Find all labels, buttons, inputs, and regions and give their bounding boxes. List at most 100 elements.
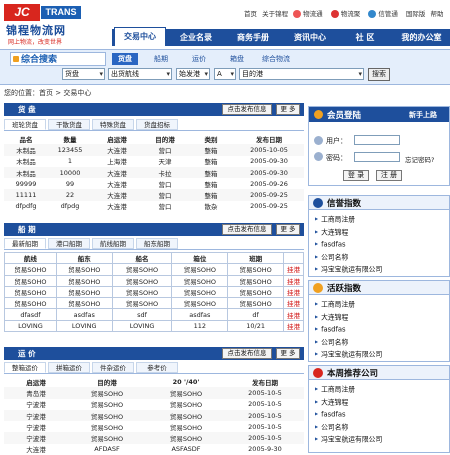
top-link-xinguantong[interactable]: 信管通 [368, 10, 401, 18]
top-link-wuliutong[interactable]: 物流通 [293, 10, 326, 18]
search-type-select[interactable]: 货盘 [62, 68, 105, 80]
search-tab-container[interactable]: 箱盘 [224, 53, 250, 65]
nav-business-manual[interactable]: 商务手册 [226, 29, 280, 46]
letter-select[interactable]: A [214, 68, 236, 80]
table-row[interactable]: dfpdfg dfpdg 大连港 营口 散杂 2005-09-25 [4, 201, 304, 212]
list-item[interactable]: fasdfas [315, 408, 382, 421]
list-item[interactable]: 公司名称 [315, 251, 382, 264]
tab-liner-cargo[interactable]: 班轮货盘 [4, 119, 46, 130]
nav-my-office[interactable]: 我的办公室 [393, 29, 450, 46]
table-row[interactable]: 木制品 1 上海港 天津 整箱 2005-09-30 [4, 156, 304, 167]
table-cell: 2005-09-25 [250, 202, 288, 211]
freight-post-button[interactable]: 点击发布信息 [222, 348, 272, 359]
route-select[interactable]: 出货航线 [108, 68, 172, 80]
table-row[interactable]: 宁波港 贸易SOHO 贸易SOHO 2005-10-5 [4, 432, 304, 444]
cargo-more-button[interactable]: 更 多 [276, 104, 300, 115]
col-header: 箱位 [171, 251, 229, 265]
port-link[interactable]: 挂港 [283, 285, 304, 299]
port-link[interactable]: 挂港 [283, 308, 304, 321]
list-item[interactable]: 冯宝宝航运有限公司 [315, 348, 382, 361]
list-item[interactable]: 大连锦程 [315, 311, 382, 324]
list-item[interactable]: 公司名称 [315, 421, 382, 434]
port-link[interactable]: 挂港 [283, 274, 304, 287]
list-item[interactable]: 冯宝宝航运有限公司 [315, 263, 382, 276]
table-cell: 贸易SOHO [55, 285, 113, 299]
tab-owner-schedule[interactable]: 船东船期 [136, 238, 178, 249]
table-row[interactable]: 贸易SOHO 贸易SOHO 贸易SOHO 贸易SOHO 贸易SOHO 挂港 [4, 285, 304, 299]
nav-trade-center[interactable]: 交易中心 [114, 27, 166, 46]
nav-community[interactable]: 社 区 [340, 29, 390, 46]
table-row[interactable]: 贸易SOHO 贸易SOHO 贸易SOHO 贸易SOHO 贸易SOHO 挂港 [4, 297, 304, 310]
tab-route-schedule[interactable]: 航线船期 [92, 238, 134, 249]
table-row[interactable]: dfasdf asdfas sdf asdfas df 挂港 [4, 308, 304, 321]
site-logo[interactable]: JC TRANS 锦程物流网 网上物流，改变世界 [4, 4, 108, 46]
tab-lcl-rate[interactable]: 拼箱运价 [48, 362, 90, 373]
table-row[interactable]: 宁波港 贸易SOHO 贸易SOHO 2005-10-5 [4, 421, 304, 432]
forgot-password-link[interactable]: 忘记密码? [405, 154, 434, 164]
top-link-about[interactable]: 关于锦程 [262, 10, 288, 18]
list-item[interactable]: 冯宝宝航运有限公司 [315, 433, 382, 446]
col-header: 启运港 [107, 135, 127, 144]
nav-news[interactable]: 资讯中心 [283, 29, 337, 46]
list-item[interactable]: 工商局注册 [315, 383, 382, 396]
list-item[interactable]: fasdfas [315, 238, 382, 251]
table-row[interactable]: 木制品 10000 大连港 卡拉 整箱 2005-09-30 [4, 166, 304, 179]
table-row[interactable]: LOVING LOVING LOVING 112 10/21 挂港 [4, 319, 304, 333]
table-cell: df [227, 308, 285, 321]
shipping-more-button[interactable]: 更 多 [276, 224, 300, 235]
table-row[interactable]: 木制品 123455 大连港 营口 整箱 2005-10-05 [4, 144, 304, 156]
active-index-header: 活跃指数 [309, 281, 449, 295]
port-link[interactable]: 挂港 [283, 263, 304, 276]
list-item[interactable]: 公司名称 [315, 336, 382, 349]
username-input[interactable] [354, 135, 400, 145]
tab-reference-rate[interactable]: 参考价 [136, 362, 178, 373]
origin-port-select[interactable]: 始发港 [176, 68, 210, 80]
table-row[interactable]: 宁波港 贸易SOHO 贸易SOHO 2005-10-5 [4, 409, 304, 422]
port-link[interactable]: 挂港 [283, 297, 304, 310]
search-tab-logistics[interactable]: 综合物流 [256, 53, 296, 65]
tab-bulk-cargo[interactable]: 干散货盘 [48, 119, 90, 130]
top-link-international[interactable]: 国际版 [406, 10, 426, 18]
tab-port-schedule[interactable]: 港口船期 [48, 238, 90, 249]
top-link-wuliuju[interactable]: 物流聚 [330, 10, 364, 18]
table-row[interactable]: 宁波港 贸易SOHO 贸易SOHO 2005-10-5 [4, 399, 304, 410]
list-item[interactable]: 工商局注册 [315, 298, 382, 311]
table-row[interactable]: 贸易SOHO 贸易SOHO 贸易SOHO 贸易SOHO 贸易SOHO 挂港 [4, 263, 304, 276]
table-cell: 贸易SOHO [55, 274, 113, 287]
password-input[interactable] [354, 152, 400, 162]
tab-special-cargo[interactable]: 特殊货盘 [92, 119, 134, 130]
freight-more-button[interactable]: 更 多 [276, 348, 300, 359]
destination-port-select[interactable]: 目的港 [239, 68, 364, 80]
top-link-help[interactable]: 帮助 [430, 10, 443, 18]
tab-breakbulk-rate[interactable]: 件杂运价 [92, 362, 134, 373]
table-row[interactable]: 99999 99 大连港 营口 整箱 2005-09-26 [4, 178, 304, 189]
search-tab-freight[interactable]: 运价 [186, 53, 212, 65]
newbie-link[interactable]: 新手上路 [409, 110, 437, 120]
credit-index-header: 信誉指数 [309, 196, 449, 210]
table-row[interactable]: 贸易SOHO 贸易SOHO 贸易SOHO 贸易SOHO 贸易SOHO 挂港 [4, 274, 304, 287]
cargo-post-button[interactable]: 点击发布信息 [222, 104, 272, 115]
table-row[interactable]: 青岛港 贸易SOHO 贸易SOHO 2005-10-5 [4, 387, 304, 399]
list-item[interactable]: 工商局注册 [315, 213, 382, 226]
table-row[interactable]: 11111 22 大连港 营口 整箱 2005-09-25 [4, 189, 304, 201]
tab-latest-schedule[interactable]: 最新船期 [4, 238, 46, 249]
table-row[interactable]: 大连港 AFDASF ASFASDF 2005-9-30 [4, 444, 304, 455]
search-tab-cargo[interactable]: 货盘 [112, 53, 138, 65]
search-button[interactable]: 搜索 [368, 68, 390, 81]
login-button[interactable]: 登 录 [343, 170, 369, 181]
list-item[interactable]: fasdfas [315, 323, 382, 336]
table-cell: 99 [65, 179, 75, 188]
tab-cargo-tender[interactable]: 货盘招标 [136, 119, 178, 130]
nav-directory[interactable]: 企业名录 [169, 29, 223, 46]
shipping-post-button[interactable]: 点击发布信息 [222, 224, 272, 235]
top-link-home[interactable]: 首页 [244, 10, 257, 18]
search-tab-shipping[interactable]: 船期 [148, 53, 174, 65]
port-link[interactable]: 挂港 [283, 319, 304, 333]
table-cell: 整箱 [188, 144, 234, 156]
tab-fcl-rate[interactable]: 整箱运价 [4, 362, 46, 373]
table-cell: 贸易SOHO [111, 297, 173, 310]
list-item[interactable]: 大连锦程 [315, 226, 382, 239]
table-cell: 贸易SOHO [55, 297, 113, 310]
list-item[interactable]: 大连锦程 [315, 396, 382, 409]
register-button[interactable]: 注 册 [376, 170, 402, 181]
